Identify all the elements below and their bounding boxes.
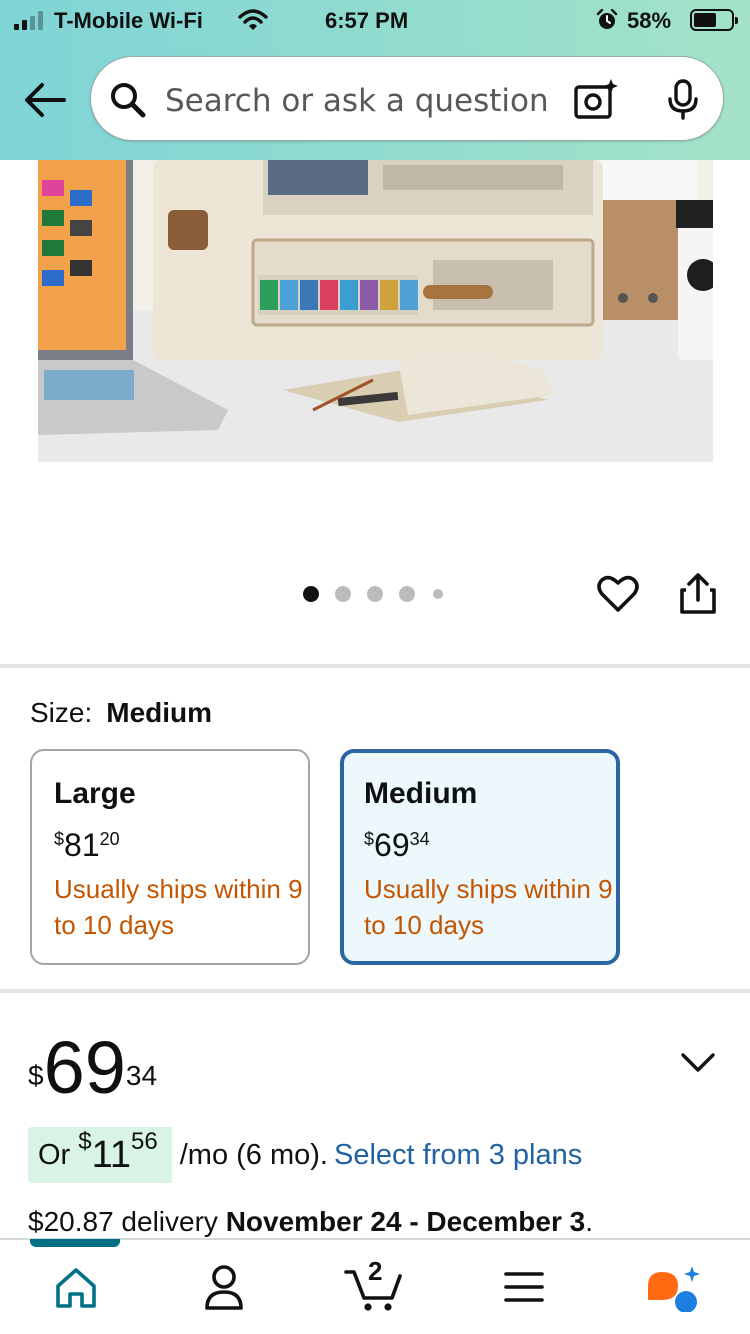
product-photo-illustration [38, 160, 713, 462]
wifi-icon [238, 9, 268, 30]
installment-term: /mo (6 mo). [179, 1138, 328, 1171]
installment-offer: Or $1156 /mo (6 mo). Select from 3 plans [28, 1127, 582, 1183]
carousel-dot[interactable] [303, 586, 319, 602]
carousel-dot[interactable] [399, 586, 415, 602]
size-option-large[interactable]: Large $8120 Usually ships within 9 to 10… [30, 749, 310, 965]
active-tab-indicator [30, 1239, 120, 1247]
clock: 6:57 PM [325, 8, 409, 33]
search-icon [111, 83, 146, 118]
account-icon[interactable] [194, 1262, 254, 1312]
size-option-shipping: Usually ships within 9 to 10 days [364, 874, 613, 940]
size-option-name: Large [54, 777, 136, 810]
signal-strength-icon [14, 10, 43, 30]
delivery-text: delivery [121, 1206, 218, 1237]
size-option-medium[interactable]: Medium $6934 Usually ships within 9 to 1… [340, 749, 620, 965]
alarm-icon [596, 9, 618, 29]
search-bar[interactable]: Search or ask a question [90, 56, 724, 141]
installment-badge: Or $1156 [28, 1127, 172, 1183]
delivery-info: $20.87 delivery November 24 - December 3… [28, 1206, 593, 1237]
section-divider [0, 989, 750, 993]
home-icon[interactable] [46, 1262, 106, 1312]
carousel-dot[interactable] [367, 586, 383, 602]
size-option-name: Medium [364, 777, 478, 810]
section-divider [0, 664, 750, 668]
delivery-dates: November 24 - December 3 [225, 1206, 586, 1237]
product-price: $6934 [28, 1026, 158, 1109]
back-arrow-icon[interactable] [22, 80, 68, 120]
delivery-fee: $20.87 [28, 1206, 114, 1237]
size-label: Size: [30, 697, 93, 728]
battery-percent: 58% [627, 8, 672, 33]
chevron-down-icon[interactable] [680, 1050, 716, 1074]
carousel-dot[interactable] [433, 589, 443, 599]
menu-icon[interactable] [494, 1262, 554, 1312]
select-plans-link[interactable]: Select from 3 plans [334, 1139, 582, 1172]
microphone-icon[interactable] [665, 79, 701, 121]
top-header: T-Mobile Wi-Fi 6:57 PM 58% Search or ask… [0, 0, 750, 160]
search-input[interactable]: Search or ask a question [165, 83, 549, 119]
size-selector-label: Size: Medium [30, 697, 212, 729]
status-bar: T-Mobile Wi-Fi 6:57 PM 58% [0, 0, 750, 44]
carousel-dot[interactable] [335, 586, 351, 602]
battery-icon [690, 9, 738, 31]
carrier-name: T-Mobile Wi-Fi [54, 8, 203, 33]
size-option-price: $8120 [54, 827, 120, 863]
heart-icon[interactable] [596, 572, 640, 616]
size-option-price: $6934 [364, 827, 430, 863]
camera-sparkle-icon[interactable] [573, 79, 619, 121]
product-image[interactable] [38, 160, 713, 462]
cart-button[interactable]: 2 [344, 1256, 408, 1312]
rufus-assistant-icon[interactable] [644, 1262, 704, 1312]
cart-count-badge: 2 [368, 1256, 383, 1286]
size-selected-value: Medium [106, 697, 213, 728]
size-option-shipping: Usually ships within 9 to 10 days [54, 874, 303, 940]
bottom-navigation: 2 [0, 1238, 750, 1334]
share-icon[interactable] [678, 572, 718, 616]
